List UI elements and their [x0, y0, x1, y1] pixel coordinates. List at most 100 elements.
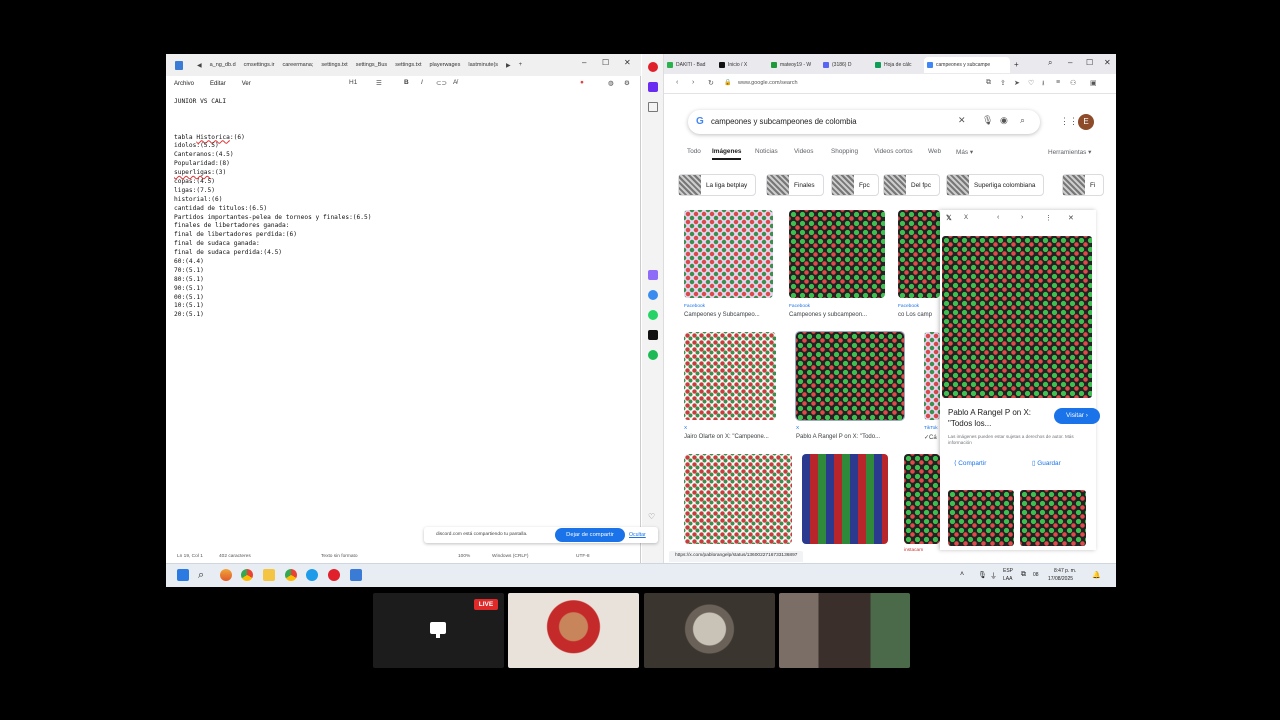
chip[interactable]: Fi	[1062, 174, 1105, 196]
heading-dropdown[interactable]: H1	[349, 79, 357, 86]
heart-icon[interactable]: ♡	[648, 512, 658, 522]
close-icon[interactable]: ✕	[624, 58, 631, 67]
tab-imagenes[interactable]: Imágenes	[712, 148, 742, 160]
language[interactable]: ESP	[1003, 568, 1013, 574]
network-icon[interactable]: ⧉	[1021, 571, 1026, 579]
extensions-icon[interactable]: ⚇	[1070, 79, 1076, 87]
preview-image[interactable]	[942, 236, 1092, 398]
browser-tab[interactable]: mateoy19 - W	[768, 57, 820, 73]
result-title[interactable]: co Los camp	[898, 312, 932, 318]
menu-ver[interactable]: Ver	[242, 81, 251, 87]
menu-archivo[interactable]: Archivo	[174, 81, 194, 87]
zoom-level[interactable]: 100%	[458, 554, 470, 559]
result-title[interactable]: Pablo A Rangel P on X: "Todo...	[796, 434, 880, 440]
new-tab-icon[interactable]: +	[1014, 60, 1019, 69]
voice-search-icon[interactable]: 🎙	[982, 115, 993, 126]
share-icon[interactable]: ⇪	[1000, 79, 1006, 87]
lens-icon[interactable]: ◉	[1000, 115, 1008, 126]
hide-button[interactable]: Ocultar	[629, 532, 646, 538]
avatar[interactable]: E	[1078, 114, 1094, 130]
clock-date[interactable]: 17/08/2025	[1048, 576, 1073, 582]
notepad-tab[interactable]: a_ng_db.d	[206, 62, 240, 68]
clear-format-icon[interactable]: A̸	[453, 79, 457, 86]
notepad-tab[interactable]: careermana;	[279, 62, 318, 68]
link-icon[interactable]: ⊂⊃	[436, 79, 447, 87]
instacart-label[interactable]: instacam	[904, 548, 923, 553]
chrome-icon[interactable]	[241, 569, 253, 581]
clock-time[interactable]: 8:47 p. m.	[1054, 568, 1076, 574]
whatsapp-icon[interactable]	[648, 310, 658, 320]
windows-start-icon[interactable]	[177, 569, 189, 581]
menu-icon[interactable]: ≡	[1056, 79, 1060, 86]
google-apps-icon[interactable]: ⋮⋮	[1060, 116, 1078, 127]
copyright-note[interactable]: Las imágenes pueden estar sujetas a dere…	[948, 434, 1088, 446]
opera-logo-icon[interactable]	[648, 62, 658, 72]
participant-video[interactable]	[644, 593, 775, 668]
mic-icon[interactable]: 🎙	[978, 571, 987, 579]
browser-tab[interactable]: (3186) D	[820, 57, 872, 73]
tray-chevron-icon[interactable]: ˄	[960, 571, 964, 578]
search-icon[interactable]: ⌕	[198, 569, 210, 581]
prev-image-icon[interactable]: ‹	[997, 214, 999, 221]
result-title[interactable]: Campeones y subcampeon...	[789, 312, 867, 318]
browser-tab[interactable]: Hoja de cálc	[872, 57, 924, 73]
screenshot-icon[interactable]: ⧉	[986, 79, 991, 87]
aria-icon[interactable]	[648, 82, 658, 92]
result-image[interactable]	[802, 454, 888, 544]
chip[interactable]: Superliga colombiana	[946, 174, 1045, 196]
tab-scroll-left-icon[interactable]: ◀	[197, 62, 202, 69]
tab-videos[interactable]: Videos	[794, 148, 813, 155]
preview-title[interactable]: Pablo A Rangel P on X: "Todos los...	[948, 407, 1044, 429]
new-tab-icon[interactable]: +	[519, 62, 523, 68]
notepad-tab[interactable]: playerwages	[425, 62, 464, 68]
related-image[interactable]	[1020, 490, 1086, 546]
account-icon[interactable]: ◍	[608, 79, 614, 87]
result-image[interactable]	[904, 454, 940, 544]
result-image[interactable]	[684, 454, 792, 544]
bold-icon[interactable]: B	[404, 79, 409, 86]
tab-todo[interactable]: Todo	[687, 148, 701, 155]
reload-icon[interactable]: ↻	[708, 79, 714, 87]
spotify-icon[interactable]	[648, 350, 658, 360]
google-search-box[interactable]: G campeones y subcampeones de colombia ✕…	[688, 110, 1040, 134]
result-image[interactable]	[924, 332, 940, 420]
search-tabs-icon[interactable]: ⌕	[1048, 58, 1052, 68]
clear-icon[interactable]: ✕	[958, 115, 966, 126]
notepad-tab[interactable]: cmsettings.ir	[240, 62, 279, 68]
tab-scroll-right-icon[interactable]: ▶	[506, 62, 511, 69]
chip[interactable]: La liga betplay	[678, 174, 757, 196]
result-title[interactable]: ✓Cá	[924, 434, 937, 441]
close-icon[interactable]: ✕	[1104, 58, 1111, 67]
notepad-text-area[interactable]: JUNIOR VS CALI tabla Historica:(6) idolos:…	[174, 98, 634, 320]
result-title[interactable]: Campeones y Subcampeo...	[684, 312, 760, 318]
tab-noticias[interactable]: Noticias	[755, 148, 778, 155]
tab-web[interactable]: Web	[928, 148, 941, 155]
region[interactable]: LAA	[1003, 576, 1012, 582]
save-button[interactable]: ▯ Guardar	[1032, 457, 1061, 471]
more-options-icon[interactable]: ⋮	[1045, 214, 1052, 222]
copilot-icon[interactable]: ●	[580, 79, 584, 86]
maximize-icon[interactable]: ☐	[1086, 58, 1093, 67]
spelling-error[interactable]: superligas	[174, 169, 211, 176]
copilot-icon[interactable]	[220, 569, 232, 581]
maximize-icon[interactable]: ☐	[602, 58, 609, 67]
visit-button[interactable]: Visitar ›	[1054, 408, 1100, 424]
result-image[interactable]	[795, 331, 905, 421]
search-query[interactable]: campeones y subcampeones de colombia	[711, 117, 857, 126]
related-image[interactable]	[948, 490, 1014, 546]
minimize-icon[interactable]: –	[582, 58, 586, 67]
tab-videos-cortos[interactable]: Videos cortos	[874, 148, 913, 155]
chip[interactable]: Fpc	[831, 174, 879, 196]
share-button[interactable]: ⟨ Compartir	[954, 457, 986, 471]
browser-tab[interactable]: Inicio / X	[716, 57, 768, 73]
spelling-error[interactable]: Historica	[196, 134, 230, 141]
messenger-icon[interactable]	[648, 290, 658, 300]
tab-mas[interactable]: Más ▾	[956, 148, 973, 156]
back-icon[interactable]: ‹	[676, 79, 678, 86]
forward-icon[interactable]: ›	[692, 79, 694, 86]
participant-video[interactable]	[508, 593, 639, 668]
download-icon[interactable]: ⭳	[1042, 79, 1044, 90]
lock-icon[interactable]: 🔒	[724, 79, 731, 86]
list-icon[interactable]: ☰	[376, 79, 382, 87]
result-image[interactable]	[789, 210, 885, 298]
